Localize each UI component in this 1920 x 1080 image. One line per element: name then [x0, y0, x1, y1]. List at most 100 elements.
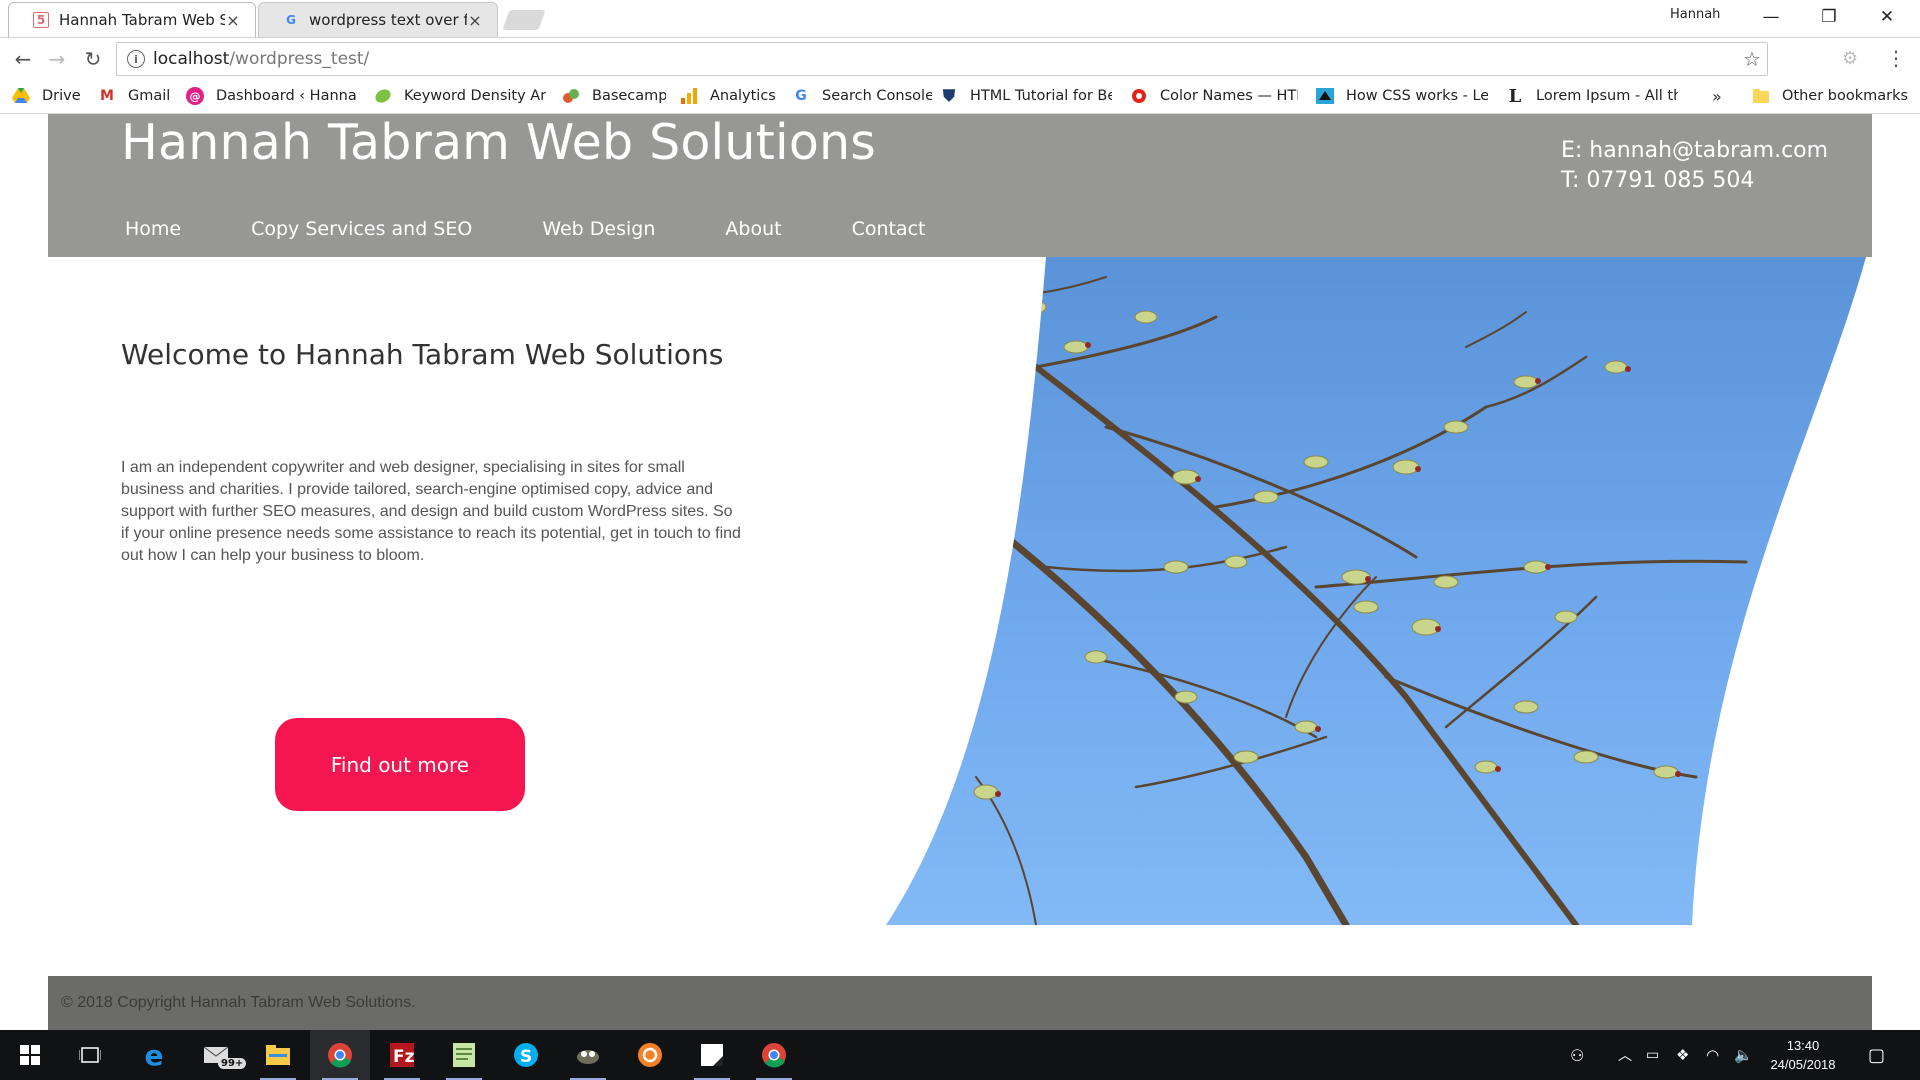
- forward-button[interactable]: →: [42, 45, 72, 73]
- nav-home[interactable]: Home: [125, 218, 181, 240]
- battery-icon[interactable]: ▭: [1646, 1030, 1659, 1080]
- url-path: /wordpress_test/: [229, 49, 370, 69]
- bookmark-label: Keyword Density An: [404, 88, 546, 104]
- extension-icon[interactable]: ⚙: [1842, 48, 1858, 69]
- tab-wordpress-search[interactable]: G wordpress text over featu ×: [258, 2, 498, 37]
- edge-icon[interactable]: e: [124, 1030, 184, 1080]
- star-icon[interactable]: ☆: [1737, 47, 1767, 71]
- wifi-icon[interactable]: ◠: [1706, 1030, 1719, 1080]
- browser-toolbar: ← → ↻ i localhost/wordpress_test/ ☆ ⚙ ⋮: [0, 37, 1920, 79]
- dropbox-icon[interactable]: ❖: [1676, 1030, 1689, 1080]
- google-icon: G: [286, 13, 296, 27]
- bookmarks-bar: Drive M Gmail @ Dashboard ‹ Hannah Keywo…: [0, 79, 1920, 114]
- site-footer: © 2018 Copyright Hannah Tabram Web Solut…: [48, 976, 1872, 1030]
- notifications-icon[interactable]: ▢: [1868, 1030, 1885, 1080]
- bookmark-label: Drive: [42, 88, 81, 104]
- bookmark-label: Analytics: [710, 88, 776, 104]
- close-icon[interactable]: ×: [225, 11, 241, 30]
- nav-copy-services-seo[interactable]: Copy Services and SEO: [251, 218, 472, 240]
- site-header: Hannah Tabram Web Solutions E: hannah@ta…: [48, 114, 1872, 257]
- reload-button[interactable]: ↻: [78, 45, 108, 73]
- contact-email[interactable]: E: hannah@tabram.com: [1561, 138, 1828, 163]
- bookmark-how-css-works[interactable]: How CSS works - Le: [1316, 85, 1488, 107]
- svg-text:S: S: [520, 1047, 532, 1067]
- new-tab-button[interactable]: [502, 10, 546, 30]
- show-hidden-icons-icon[interactable]: ︿: [1618, 1030, 1632, 1080]
- intro-paragraph: I am an independent copywriter and web d…: [121, 459, 741, 564]
- url-text[interactable]: localhost/wordpress_test/: [153, 49, 1737, 69]
- bookmark-label: How CSS works - Le: [1346, 88, 1488, 104]
- bookmark-gmail[interactable]: M Gmail: [98, 85, 178, 107]
- site-nav: Home Copy Services and SEO Web Design Ab…: [125, 218, 996, 240]
- sticky-notes-icon[interactable]: [682, 1030, 742, 1080]
- url-host: localhost: [153, 49, 230, 69]
- bookmark-label: Color Names — HTM: [1160, 88, 1298, 104]
- bookmark-label: Search Console: [822, 88, 932, 104]
- bookmark-label: Lorem Ipsum - All th: [1536, 88, 1678, 104]
- windows-start-icon[interactable]: [0, 1030, 60, 1080]
- bookmark-analytics[interactable]: Analytics: [680, 85, 780, 107]
- gimp-icon[interactable]: [558, 1030, 618, 1080]
- folder-icon: [1752, 87, 1770, 105]
- nav-contact[interactable]: Contact: [852, 218, 926, 240]
- tab-title: wordpress text over featu: [309, 11, 467, 29]
- kebab-menu-icon[interactable]: ⋮: [1886, 46, 1906, 70]
- windows-taskbar: e 99+ Fz S ⚇ ︿ ▭ ❖ ◠ 🔈 13:40 24/05/2018 …: [0, 1030, 1920, 1080]
- shield-icon: ⛊: [942, 86, 955, 105]
- drive-icon: [12, 87, 30, 105]
- bookmark-keyword-density[interactable]: Keyword Density An: [374, 85, 546, 107]
- bookmark-html-tutorial[interactable]: ⛊ HTML Tutorial for Be: [940, 85, 1112, 107]
- contact-phone[interactable]: T: 07791 085 504: [1561, 168, 1754, 193]
- skype-icon[interactable]: S: [496, 1030, 556, 1080]
- people-icon[interactable]: ⚇: [1570, 1030, 1584, 1080]
- bookmark-label: Dashboard ‹ Hannah: [216, 88, 358, 104]
- bookmark-lorem-ipsum[interactable]: L Lorem Ipsum - All th: [1506, 85, 1678, 107]
- copyright-text: © 2018 Copyright Hannah Tabram Web Solut…: [61, 994, 416, 1011]
- basecamp-icon: [562, 87, 580, 105]
- notepad-icon[interactable]: [434, 1030, 494, 1080]
- volume-icon[interactable]: 🔈: [1734, 1030, 1753, 1080]
- address-bar[interactable]: i localhost/wordpress_test/ ☆: [116, 42, 1768, 76]
- mail-icon[interactable]: 99+: [186, 1030, 247, 1080]
- bookmark-label: Gmail: [128, 88, 171, 104]
- bookmarks-overflow-button[interactable]: »: [1712, 87, 1722, 106]
- bookmark-dashboard[interactable]: @ Dashboard ‹ Hannah: [186, 85, 358, 107]
- other-bookmarks[interactable]: Other bookmarks: [1752, 85, 1912, 107]
- bookmark-color-names[interactable]: Color Names — HTM: [1130, 85, 1298, 107]
- minimize-button[interactable]: —: [1748, 0, 1794, 34]
- hero-image: [886, 257, 1866, 925]
- file-explorer-icon[interactable]: [248, 1030, 308, 1080]
- bookmark-label: Other bookmarks: [1782, 88, 1909, 104]
- bookmark-basecamp[interactable]: Basecamp: [562, 85, 666, 107]
- tab-title: Hannah Tabram Web Solu: [59, 11, 225, 29]
- html5-icon: 5: [33, 12, 49, 28]
- back-button[interactable]: ←: [8, 45, 38, 73]
- mail-badge: 99+: [218, 1058, 247, 1069]
- site-title[interactable]: Hannah Tabram Web Solutions: [121, 114, 876, 171]
- close-window-button[interactable]: ✕: [1864, 0, 1910, 34]
- color-icon: [1130, 87, 1148, 105]
- taskbar-clock[interactable]: 13:40 24/05/2018: [1760, 1036, 1846, 1074]
- google-icon: G: [795, 88, 807, 104]
- bookmark-search-console[interactable]: G Search Console: [792, 85, 932, 107]
- chrome-icon[interactable]: [310, 1030, 370, 1080]
- clock-date: 24/05/2018: [1770, 1057, 1836, 1072]
- clock-time: 13:40: [1786, 1038, 1820, 1053]
- info-icon[interactable]: i: [127, 50, 145, 68]
- nav-about[interactable]: About: [725, 218, 781, 240]
- find-out-more-button[interactable]: Find out more: [275, 718, 525, 811]
- bookmark-label: HTML Tutorial for Be: [970, 88, 1112, 104]
- task-view-icon[interactable]: [60, 1030, 120, 1080]
- ubuntu-icon[interactable]: [620, 1030, 680, 1080]
- chrome-alt-icon[interactable]: [744, 1030, 804, 1080]
- maximize-button[interactable]: ❐: [1806, 0, 1852, 34]
- filezilla-icon[interactable]: Fz: [372, 1030, 432, 1080]
- close-icon[interactable]: ×: [467, 11, 483, 30]
- profile-name[interactable]: Hannah: [1670, 7, 1720, 22]
- bookmark-drive[interactable]: Drive: [12, 85, 90, 107]
- lorem-icon: L: [1508, 85, 1522, 107]
- mdn-icon: [1316, 87, 1334, 105]
- analytics-icon: [680, 87, 698, 105]
- nav-web-design[interactable]: Web Design: [542, 218, 655, 240]
- tab-hannah-tabram[interactable]: 5 Hannah Tabram Web Solu ×: [8, 2, 256, 37]
